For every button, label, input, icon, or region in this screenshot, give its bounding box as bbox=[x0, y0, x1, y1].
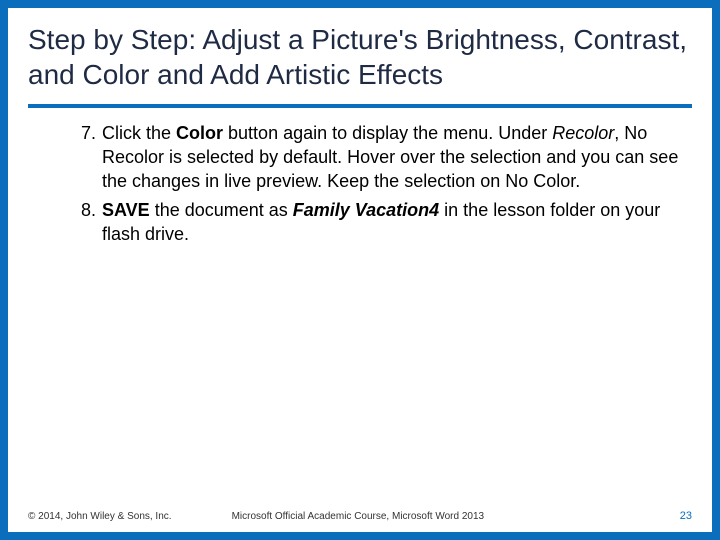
slide: Step by Step: Adjust a Picture's Brightn… bbox=[0, 0, 720, 540]
list-item: 7. Click the Color button again to displa… bbox=[68, 122, 684, 193]
step-text: Recolor bbox=[552, 123, 614, 143]
step-number: 8. bbox=[68, 199, 96, 223]
list-item: 8. SAVE the document as Family Vacation4… bbox=[68, 199, 684, 247]
step-list: 7. Click the Color button again to displa… bbox=[36, 122, 684, 247]
step-text: Click the bbox=[102, 123, 176, 143]
footer: © 2014, John Wiley & Sons, Inc. Microsof… bbox=[8, 510, 712, 522]
page-title: Step by Step: Adjust a Picture's Brightn… bbox=[8, 8, 712, 100]
step-text: button again to display the menu. Under bbox=[223, 123, 552, 143]
copyright: © 2014, John Wiley & Sons, Inc. bbox=[28, 511, 172, 522]
body: 7. Click the Color button again to displa… bbox=[8, 122, 712, 247]
step-text: Family Vacation4 bbox=[293, 200, 439, 220]
course-name: Microsoft Official Academic Course, Micr… bbox=[172, 511, 680, 522]
step-text: SAVE bbox=[102, 200, 150, 220]
page-number: 23 bbox=[680, 510, 692, 522]
step-text: Color bbox=[176, 123, 223, 143]
title-underline bbox=[28, 104, 692, 108]
step-number: 7. bbox=[68, 122, 96, 146]
step-text: the document as bbox=[150, 200, 293, 220]
